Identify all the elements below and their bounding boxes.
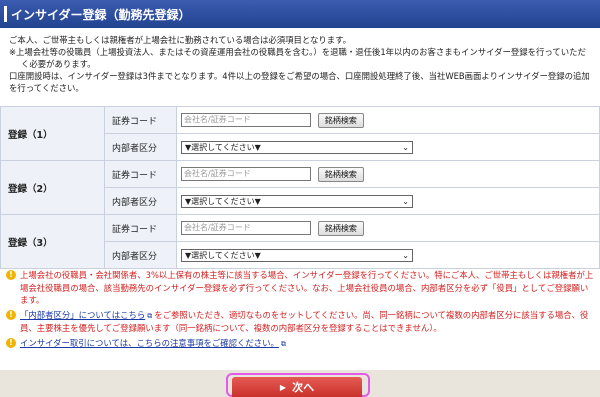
header-bar: [4, 6, 7, 22]
select-value: ▼選択してください▼: [185, 196, 261, 206]
note-insider-trading: ! インサイダー取引については、こちらの注意事項をご確認ください。 ⧉: [6, 337, 596, 351]
registration-2-code-row: 登録（2） 証券コード 会社名/証券コード 銘柄検索: [0, 160, 600, 215]
registration-3-search-button[interactable]: 銘柄検索: [317, 220, 364, 236]
section-title: インサイダー登録（勤務先登録）: [11, 7, 191, 22]
code-label: 証券コード: [104, 106, 177, 134]
intro-line: 口座開設時は、インサイダー登録は3件までとなります。4件以上の登録をご希望の場合…: [9, 71, 590, 81]
registration-2-title: 登録（2）: [0, 160, 105, 215]
registration-2-code-input[interactable]: 会社名/証券コード: [181, 167, 311, 181]
note-insider-requirement: ! 上場会社の役職員・会社関係者、3%以上保有の株主等に該当する場合、インサイダ…: [6, 269, 596, 307]
registration-1-search-button[interactable]: 銘柄検索: [317, 112, 364, 128]
intro-line: ご本人、ご世帯主もしくは親権者が上場会社に勤務されている場合は必須項目となります…: [9, 35, 352, 45]
warning-icon: !: [6, 270, 16, 280]
section-header: インサイダー登録（勤務先登録）: [0, 0, 600, 28]
registration-3-code-input[interactable]: 会社名/証券コード: [181, 221, 311, 235]
registration-table: 登録（1） 証券コード 会社名/証券コード 銘柄検索 内部者区分 ▼選択してくだ…: [0, 106, 600, 269]
category-label: 内部者区分: [104, 241, 177, 269]
note-insider-category: ! 「内部者区分」についてはこちら ⧉ をご参照いただき、適切なものをセットしてくだ…: [6, 309, 596, 335]
notes: ! 上場会社の役職員・会社関係者、3%以上保有の株主等に該当する場合、インサイダ…: [6, 269, 596, 352]
registration-1-category-select[interactable]: ▼選択してください▼ ⌄: [181, 140, 413, 154]
registration-1-title: 登録（1）: [0, 106, 105, 161]
warning-icon: !: [6, 337, 16, 348]
insider-category-link[interactable]: 「内部者区分」についてはこちら: [20, 310, 145, 320]
chevron-down-icon: ⌄: [402, 196, 409, 206]
external-link-icon: ⧉: [147, 311, 153, 320]
intro-line: ※上場会社等の役職員（上場投資法人、またはその資産運用会社の役職員を含む。）を退…: [9, 47, 586, 57]
next-button-label: 次へ: [292, 381, 315, 394]
registration-2-category-select[interactable]: ▼選択してください▼ ⌄: [181, 194, 413, 208]
note-text-wrap: 「内部者区分」についてはこちら ⧉ をご参照いただき、適切なものをセットしてください…: [20, 309, 596, 335]
insider-trading-link[interactable]: インサイダー取引については、こちらの注意事項をご確認ください。: [20, 338, 279, 348]
category-label: 内部者区分: [104, 187, 177, 215]
code-label: 証券コード: [104, 214, 177, 242]
intro-line: を行ってください。: [9, 83, 84, 93]
registration-3-title: 登録（3）: [0, 214, 105, 269]
next-button[interactable]: ▶ 次へ: [232, 377, 362, 397]
code-label: 証券コード: [104, 160, 177, 188]
registration-1-code-input[interactable]: 会社名/証券コード: [181, 113, 311, 127]
registration-3-category-select[interactable]: ▼選択してください▼ ⌄: [181, 248, 413, 262]
note-text-wrap: インサイダー取引については、こちらの注意事項をご確認ください。 ⧉: [20, 337, 288, 351]
select-value: ▼選択してください▼: [185, 142, 261, 152]
external-link-icon: ⧉: [280, 339, 286, 348]
arrow-right-icon: ▶: [279, 382, 287, 392]
note-text: 上場会社の役職員・会社関係者、3%以上保有の株主等に該当する場合、インサイダー登…: [20, 270, 594, 305]
registration-2-search-button[interactable]: 銘柄検索: [317, 166, 364, 182]
registration-3-code-row: 登録（3） 証券コード 会社名/証券コード 銘柄検索: [0, 214, 600, 269]
category-label: 内部者区分: [104, 133, 177, 161]
registration-1-code-row: 登録（1） 証券コード 会社名/証券コード 銘柄検索: [0, 106, 600, 161]
warning-icon: !: [6, 309, 16, 320]
select-value: ▼選択してください▼: [185, 250, 261, 260]
intro-line: く必要があります。: [21, 59, 96, 69]
chevron-down-icon: ⌄: [402, 250, 409, 260]
chevron-down-icon: ⌄: [402, 142, 409, 152]
intro-text: ご本人、ご世帯主もしくは親権者が上場会社に勤務されている場合は必須項目となります…: [9, 34, 595, 94]
